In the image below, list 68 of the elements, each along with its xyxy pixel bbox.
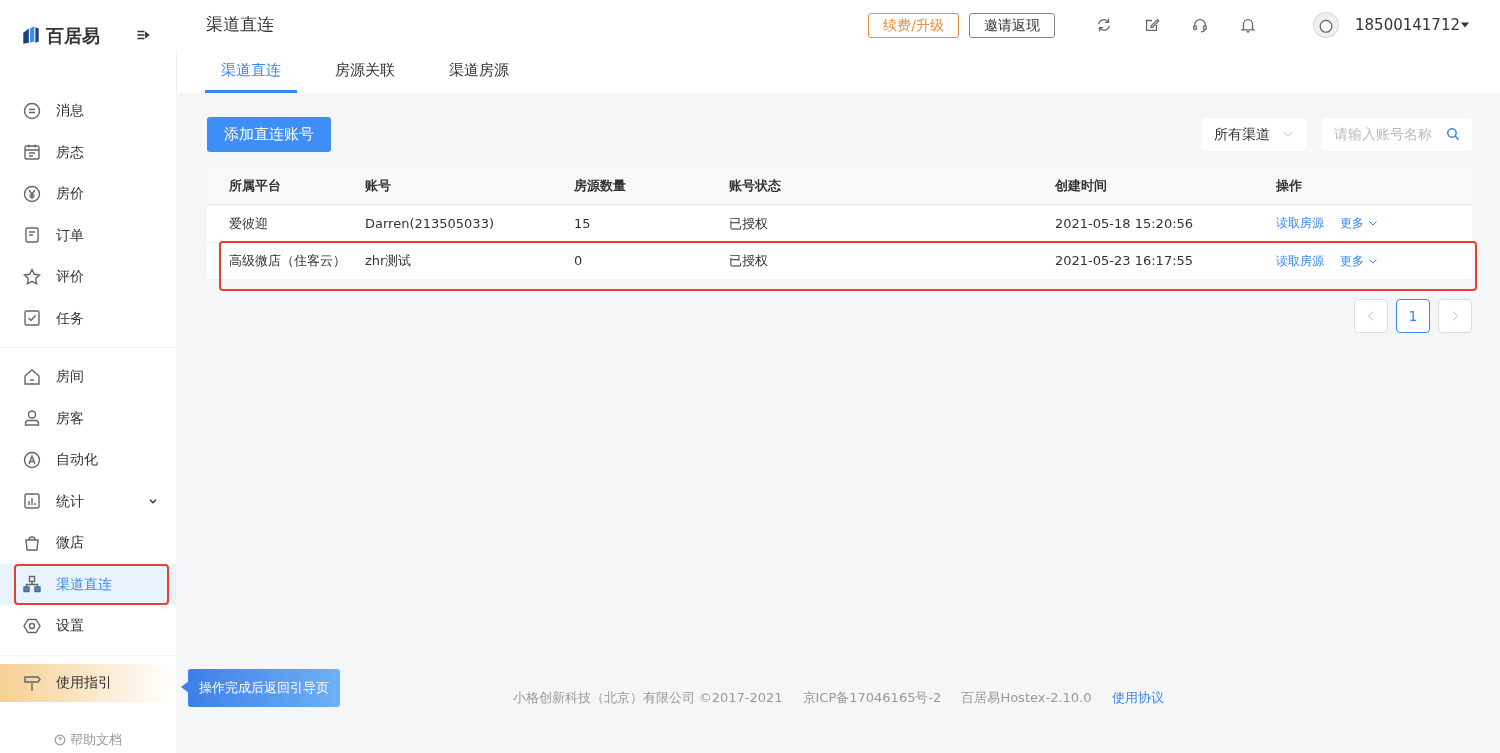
tab[interactable]: 渠道直连: [205, 50, 297, 93]
user-phone[interactable]: 18500141712: [1355, 13, 1460, 37]
header-button[interactable]: 邀请返现: [969, 12, 1055, 38]
document-icon: [22, 225, 42, 246]
sidebar-item[interactable]: 房间: [0, 356, 176, 398]
search-icon: [1446, 127, 1460, 142]
table-cell-text: 2021-05-23 16:17:55: [1055, 252, 1195, 270]
edit-icon[interactable]: [1143, 16, 1161, 34]
table-cell-text: 高级微店（住客云）: [228, 252, 347, 270]
sidebar-item[interactable]: 房客: [0, 397, 176, 439]
action-link[interactable]: 更多: [1340, 251, 1378, 270]
sidebar-item[interactable]: 消息: [0, 90, 176, 132]
page-title: 渠道直连: [206, 13, 274, 37]
headset-icon[interactable]: [1191, 16, 1209, 34]
calendar-icon: [22, 142, 42, 163]
yen-icon: [22, 183, 42, 204]
search-field[interactable]: 请输入账号名称: [1322, 117, 1472, 151]
column-header: 账号: [365, 177, 392, 195]
sidebar-item[interactable]: 自动化: [0, 439, 176, 481]
sidebar-item[interactable]: 房价: [0, 173, 176, 215]
person-icon: [22, 408, 42, 429]
action-link[interactable]: 读取房源: [1276, 214, 1324, 233]
page-button[interactable]: 1: [1396, 299, 1430, 333]
column-header: 创建时间: [1055, 177, 1108, 195]
refresh-icon[interactable]: [1095, 16, 1113, 34]
sidebar-item[interactable]: 统计: [0, 480, 176, 522]
network-icon: [22, 574, 42, 595]
column-header: 房源数量: [574, 177, 627, 195]
footer-link[interactable]: 使用协议: [1111, 687, 1164, 707]
table-cell-text: Darren(213505033): [365, 214, 495, 233]
caret-down-icon: [1460, 20, 1470, 30]
sidebar-item[interactable]: 订单: [0, 214, 176, 256]
sidebar-item[interactable]: 评价: [0, 256, 176, 298]
table-cell-text: 已授权: [729, 214, 769, 233]
action-link[interactable]: 读取房源: [1276, 251, 1324, 270]
channel-dropdown[interactable]: 所有渠道: [1202, 117, 1306, 151]
table-cell-text: 0: [574, 252, 584, 270]
tooltip: 操作完成后返回引导页: [188, 669, 340, 707]
table-cell-text: 2021-05-18 15:20:56: [1055, 214, 1195, 233]
help-icon: [53, 734, 66, 746]
table-cell-text: zhr测试: [365, 252, 413, 270]
table-cell-text: 15: [574, 214, 592, 233]
star-icon: [22, 266, 42, 287]
table-cell-text: 爱彼迎: [228, 214, 269, 233]
sidebar-item[interactable]: 房态: [0, 131, 176, 173]
logo-text: 百居易: [46, 23, 100, 48]
bar-chart-icon: [22, 491, 42, 512]
column-header: 所属平台: [228, 177, 282, 195]
house-icon: [22, 366, 42, 387]
letter-a-icon: [22, 449, 42, 470]
tab[interactable]: 房源关联: [319, 50, 411, 93]
bell-icon[interactable]: [1239, 16, 1257, 34]
column-header: 操作: [1276, 177, 1302, 195]
column-header: 账号状态: [729, 177, 782, 195]
sidebar-item[interactable]: 任务: [0, 297, 176, 339]
tab[interactable]: 渠道房源: [433, 50, 525, 93]
footer-text: 小格创新科技（北京）有限公司 ©2017-2021: [512, 688, 783, 707]
avatar-icon: [1313, 12, 1339, 38]
collapse-menu-icon[interactable]: [136, 28, 150, 42]
sidebar-item[interactable]: 设置: [0, 605, 176, 647]
sidebar-item[interactable]: 微店: [0, 522, 176, 564]
logo-icon: [20, 24, 42, 46]
table-cell-text: 已授权: [729, 252, 769, 270]
checkbox-icon: [22, 308, 42, 329]
action-link[interactable]: 更多: [1340, 214, 1378, 233]
chat-icon: [22, 100, 42, 121]
footer-text: 京ICP备17046165号-2: [802, 688, 942, 707]
footer-text: 百居易Hostex-2.10.0: [961, 688, 1092, 707]
